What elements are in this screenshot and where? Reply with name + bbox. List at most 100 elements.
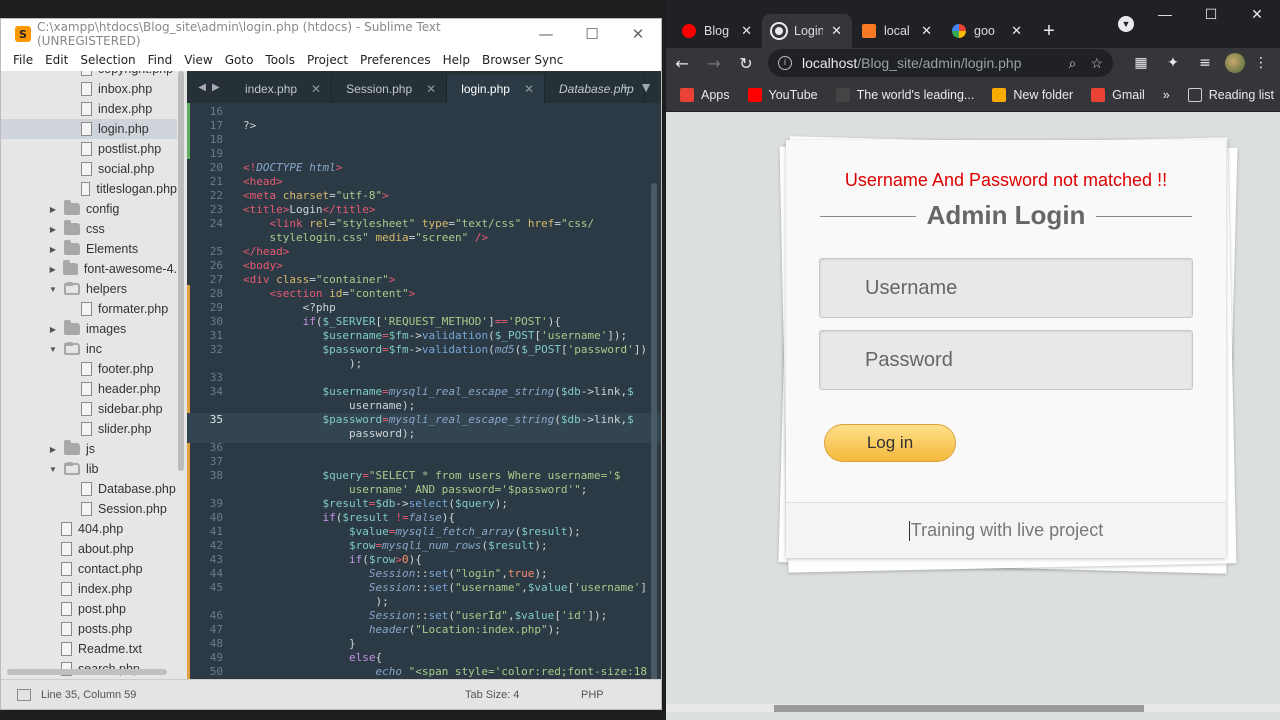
tab-close-icon[interactable]: ✕ [1011, 23, 1022, 39]
bookmark-item[interactable]: Gmail [1091, 87, 1145, 102]
menu-item-help[interactable]: Help [443, 53, 470, 67]
sidebar-file[interactable]: index.php [1, 99, 177, 119]
code-line[interactable]: 22 <meta charset="utf-8"> [210, 189, 661, 203]
sidebar-file[interactable]: footer.php [1, 359, 177, 379]
collapsed-triangle-icon[interactable]: ▶ [49, 265, 56, 274]
code-line[interactable]: 18 [210, 133, 661, 147]
code-line[interactable]: 42 $row=mysqli_num_rows($result); [210, 539, 661, 553]
code-line[interactable]: stylelogin.css" media="screen" /> [243, 231, 661, 245]
sidebar-file[interactable]: post.php [1, 599, 177, 619]
sidebar-scrollbar[interactable] [178, 71, 184, 471]
browser-tab[interactable]: local ✕ [852, 14, 942, 48]
tab-close-icon[interactable]: ✕ [831, 23, 842, 39]
extensions-puzzle-icon[interactable]: ✦ [1157, 55, 1189, 71]
sidebar-folder[interactable]: ▶ images [1, 319, 177, 339]
expanded-triangle-icon[interactable]: ▼ [49, 345, 57, 354]
sidebar-file[interactable]: contact.php [1, 559, 177, 579]
sidebar-file[interactable]: formater.php [1, 299, 177, 319]
sidebar-folder[interactable]: ▶ js [1, 439, 177, 459]
collapsed-triangle-icon[interactable]: ▶ [49, 225, 57, 234]
code-area[interactable]: 16 17 ?> 18 19 20 <!DOCTYPE html> 21 <head> 22 <me… [187, 103, 661, 679]
sidebar-file[interactable]: posts.php [1, 619, 177, 639]
sidebar-file[interactable]: header.php [1, 379, 177, 399]
editor-tab[interactable]: Session.php ✕ [332, 75, 448, 103]
code-line[interactable]: 20 <!DOCTYPE html> [210, 161, 661, 175]
code-line[interactable]: 36 [210, 441, 661, 455]
code-line[interactable]: 19 [210, 147, 661, 161]
code-line[interactable]: 49 else{ [210, 651, 661, 665]
menu-item-find[interactable]: Find [148, 53, 173, 67]
sidebar-file[interactable]: social.php [1, 159, 177, 179]
code-line[interactable]: 40 if($result !=false){ [210, 511, 661, 525]
panel-toggle-icon[interactable] [17, 688, 31, 701]
chrome-menu-icon[interactable]: ⋮ [1245, 55, 1277, 71]
sidebar-file[interactable]: sidebar.php [1, 399, 177, 419]
code-line[interactable]: 48 } [210, 637, 661, 651]
code-line[interactable]: 16 [210, 105, 661, 119]
code-line[interactable]: 31 $username=$fm->validation($_POST['use… [210, 329, 661, 343]
menu-item-tools[interactable]: Tools [265, 53, 295, 67]
sidebar-folder[interactable]: ▶ config [1, 199, 177, 219]
media-control-icon[interactable]: ≡ [1189, 55, 1221, 71]
reload-icon[interactable]: ↻ [730, 54, 762, 73]
code-line[interactable]: ); [243, 595, 661, 609]
menu-item-file[interactable]: File [13, 53, 33, 67]
sidebar-folder[interactable]: ▼ inc [1, 339, 177, 359]
menu-item-edit[interactable]: Edit [45, 53, 68, 67]
sidebar-file[interactable]: 404.php [1, 519, 177, 539]
sidebar-folder[interactable]: ▶ css [1, 219, 177, 239]
bookmark-item[interactable]: New folder [992, 87, 1073, 102]
username-input[interactable]: Username [819, 258, 1193, 318]
sidebar-file[interactable]: Readme.txt [1, 639, 177, 659]
code-line[interactable]: username); [243, 399, 661, 413]
menu-item-project[interactable]: Project [307, 53, 348, 67]
back-icon[interactable]: ← [666, 54, 698, 73]
menu-item-view[interactable]: View [184, 53, 212, 67]
tab-close-icon[interactable]: ✕ [921, 23, 932, 39]
sidebar-horizontal-scrollbar[interactable] [7, 669, 167, 675]
bookmark-star-icon[interactable]: ☆ [1090, 55, 1103, 72]
sidebar-folder[interactable]: ▶ Elements [1, 239, 177, 259]
sidebar-file[interactable]: slider.php [1, 419, 177, 439]
code-line[interactable]: 50 echo "<span style='color:red;font-siz… [210, 665, 661, 679]
code-line[interactable]: 38 $query="SELECT * from users Where use… [210, 469, 661, 483]
menu-item-preferences[interactable]: Preferences [360, 53, 431, 67]
extension-grid-icon[interactable]: ▦ [1125, 55, 1157, 71]
address-bar[interactable]: i localhost/Blog_site/admin/login.php ⌕ … [768, 49, 1113, 77]
profile-avatar[interactable] [1225, 53, 1245, 73]
sidebar-file[interactable]: about.php [1, 539, 177, 559]
sidebar-folder[interactable]: ▼ lib [1, 459, 177, 479]
code-line[interactable]: 21 <head> [210, 175, 661, 189]
new-tab-icon[interactable]: + [621, 79, 629, 95]
collapsed-triangle-icon[interactable]: ▶ [49, 245, 57, 254]
menu-item-goto[interactable]: Goto [225, 53, 254, 67]
collapsed-triangle-icon[interactable]: ▶ [49, 205, 57, 214]
close-button[interactable]: ✕ [1234, 6, 1280, 23]
new-tab-button[interactable]: + [1032, 14, 1066, 48]
tab-right-icon[interactable]: ▶ [212, 82, 220, 93]
code-line[interactable]: 27 <div class="container"> [210, 273, 661, 287]
tab-search-icon[interactable]: ▼ [1118, 16, 1134, 32]
code-text[interactable]: 16 17 ?> 18 19 20 <!DOCTYPE html> 21 <head> 22 <me… [187, 103, 661, 679]
scrollbar-thumb[interactable] [774, 705, 1144, 712]
tab-nav-arrows[interactable]: ◀ ▶ [187, 71, 231, 103]
code-line[interactable]: 35 $password=mysqli_real_escape_string($… [210, 413, 661, 427]
code-line[interactable]: password); [243, 427, 661, 441]
forward-icon[interactable]: → [698, 54, 730, 73]
sidebar-file[interactable]: Session.php [1, 499, 177, 519]
password-input[interactable]: Password [819, 330, 1193, 390]
code-line[interactable]: 46 Session::set("userId",$value['id']); [210, 609, 661, 623]
browser-tab[interactable]: Blog ✕ [672, 14, 762, 48]
site-info-icon[interactable]: i [778, 56, 792, 70]
sidebar-file[interactable]: index.php [1, 579, 177, 599]
syntax-mode[interactable]: PHP [581, 689, 604, 701]
page-horizontal-scrollbar[interactable] [666, 704, 1280, 712]
expanded-triangle-icon[interactable]: ▼ [49, 285, 57, 294]
sidebar-folder[interactable]: ▶ font-awesome-4. [1, 259, 177, 279]
browser-tab[interactable]: Login ✕ [762, 14, 852, 48]
code-line[interactable]: 34 $username=mysqli_real_escape_string($… [210, 385, 661, 399]
menu-item-browser-sync[interactable]: Browser Sync [482, 53, 563, 67]
code-line[interactable]: 41 $value=mysqli_fetch_array($result); [210, 525, 661, 539]
sidebar-file[interactable]: inbox.php [1, 79, 177, 99]
tab-close-icon[interactable]: ✕ [524, 82, 534, 96]
